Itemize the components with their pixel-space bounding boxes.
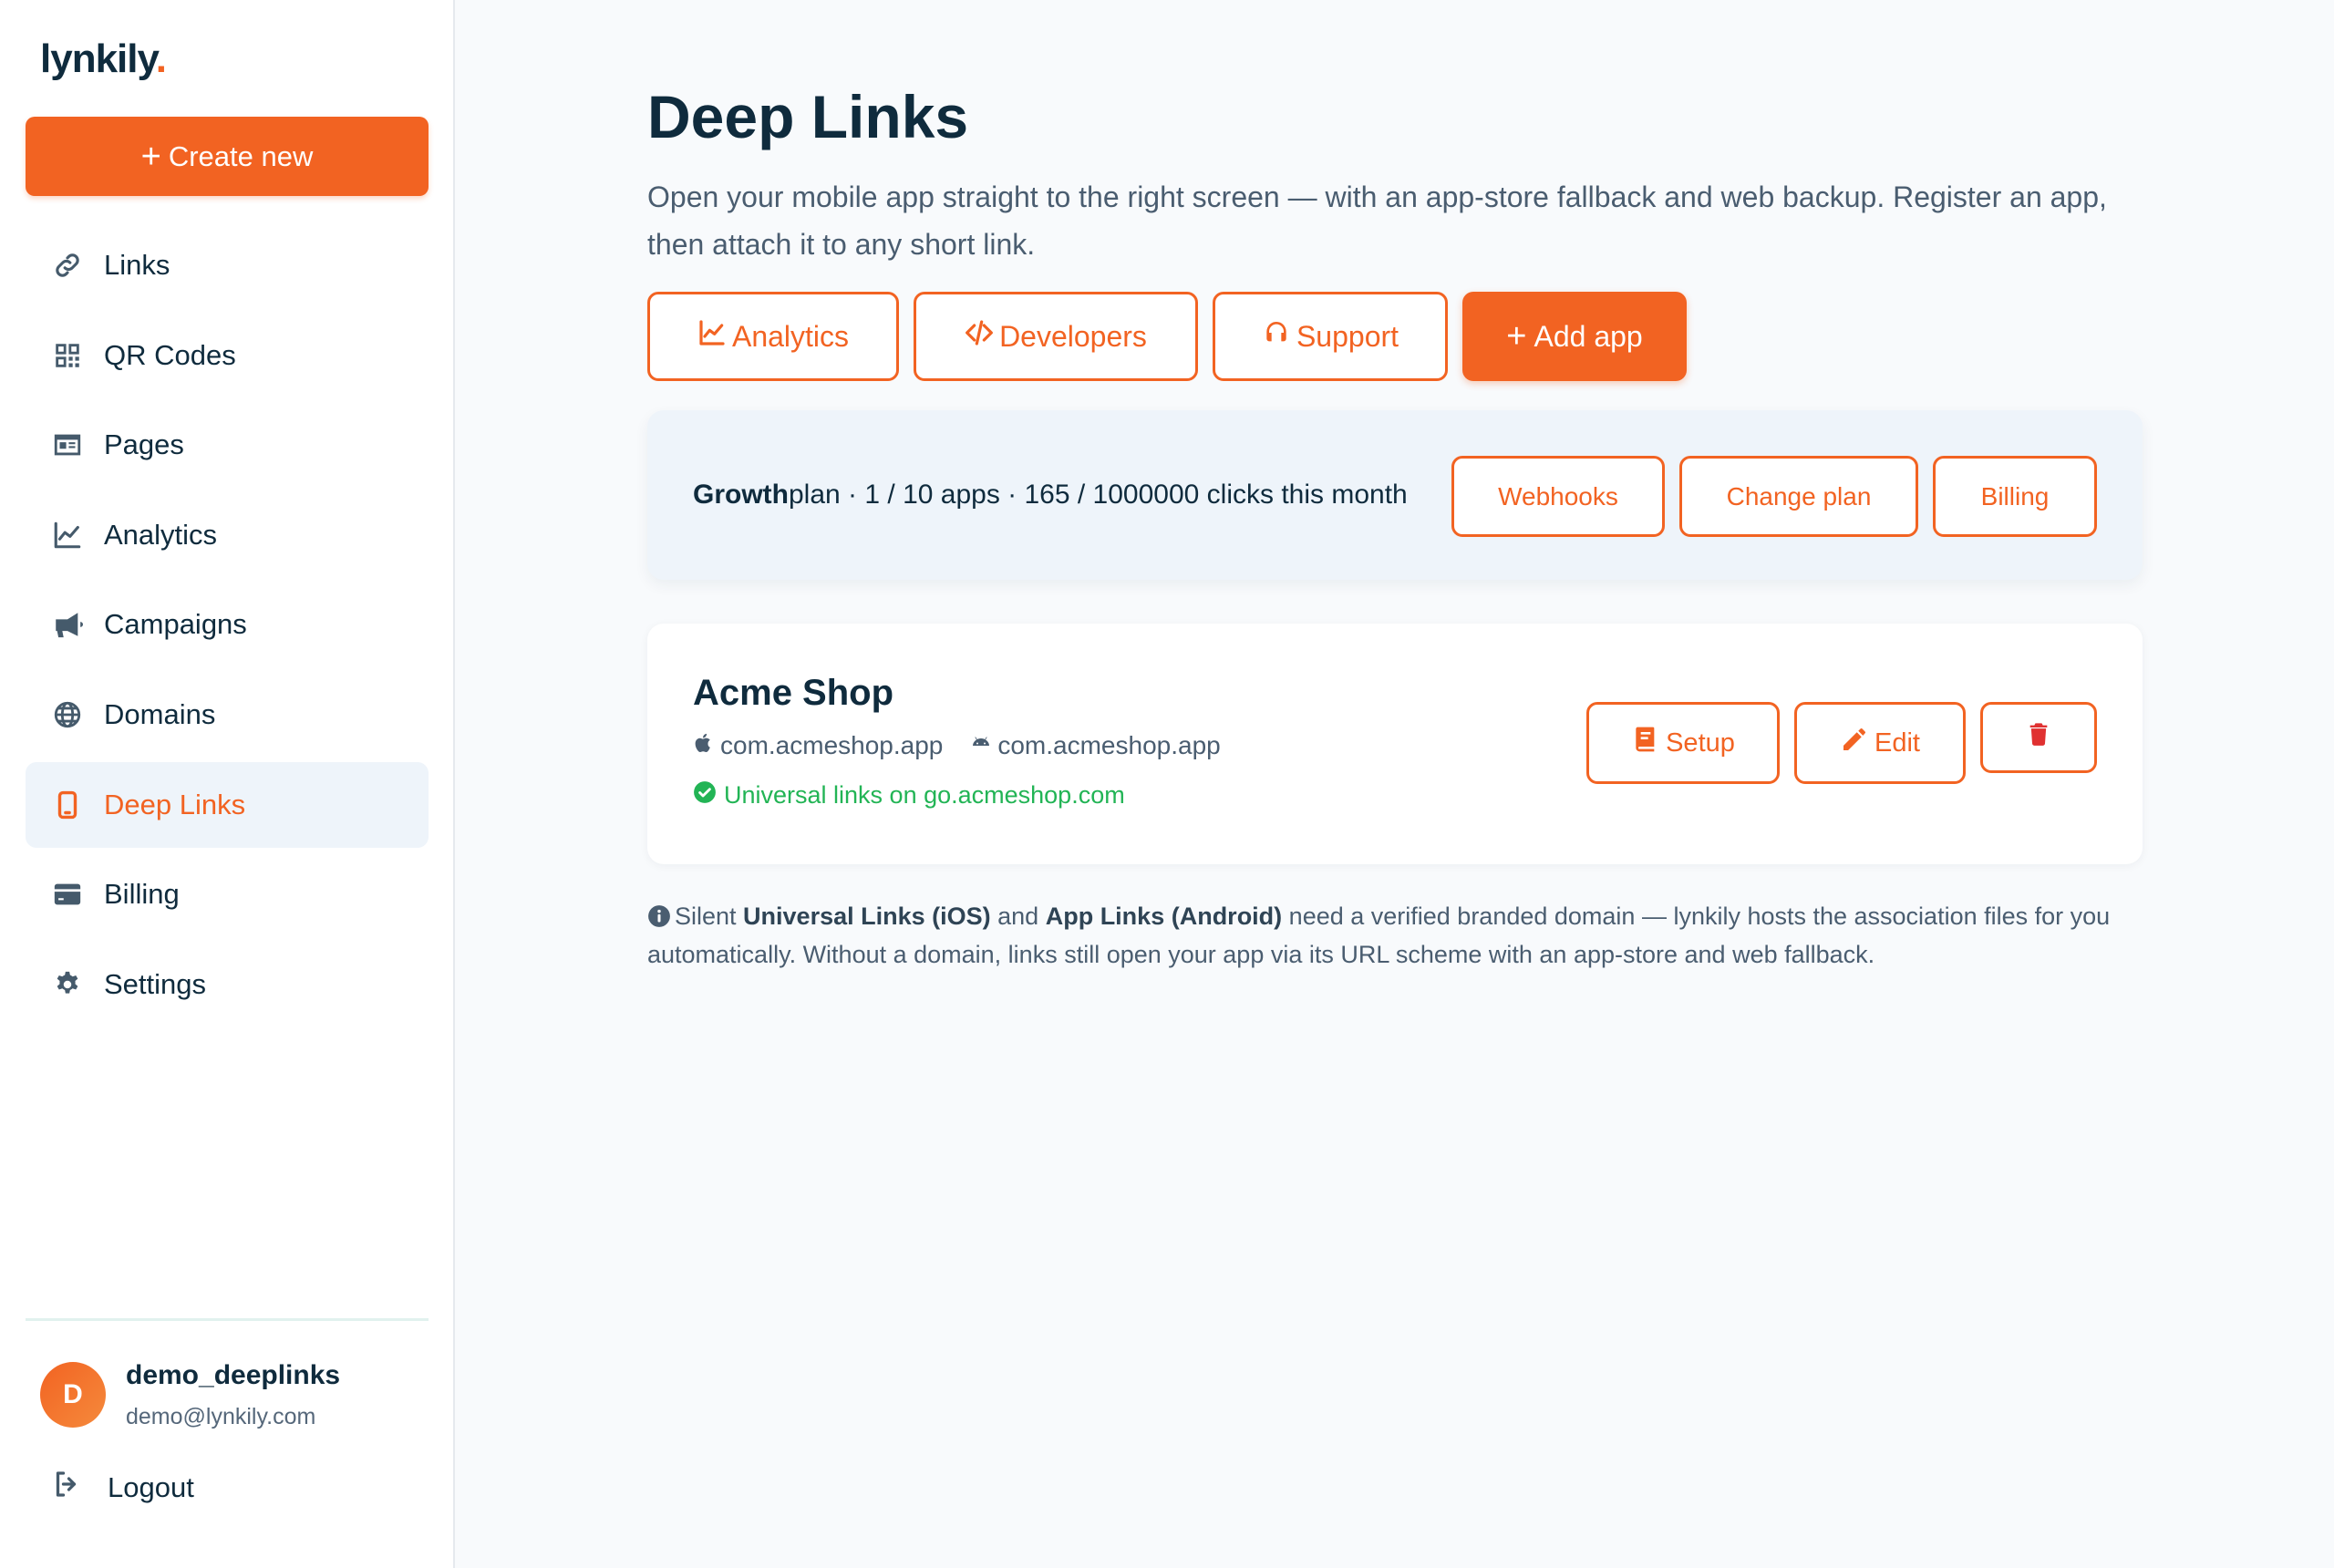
headset-icon — [1262, 318, 1291, 355]
note-text-1: Silent — [675, 903, 744, 930]
sidebar-item-label: Analytics — [104, 518, 218, 551]
plan-actions: Webhooks Change plan Billing — [1451, 456, 2097, 537]
universal-links-label: Universal links on go.acmeshop.com — [724, 781, 1125, 809]
brand-dot: . — [155, 36, 167, 81]
user-profile[interactable]: D demo_deeplinks demo@lynkily.com — [40, 1360, 340, 1430]
sidebar-item-label: Campaigns — [104, 608, 247, 641]
sidebar-item-label: Pages — [104, 428, 184, 461]
gear-icon — [51, 968, 84, 1001]
change-plan-button[interactable]: Change plan — [1679, 456, 1918, 537]
avatar: D — [40, 1362, 106, 1428]
billing-button[interactable]: Billing — [1933, 456, 2097, 537]
chart-line-icon — [697, 318, 727, 355]
code-icon — [965, 318, 994, 355]
app-card: Acme Shop com.acmeshop.app com.acmeshop.… — [647, 624, 2143, 864]
trash-icon — [2026, 721, 2051, 754]
user-email: demo@lynkily.com — [126, 1404, 316, 1429]
sidebar-item-qr-codes[interactable]: QR Codes — [26, 313, 429, 398]
ios-package-value: com.acmeshop.app — [720, 731, 944, 759]
android-package-value: com.acmeshop.app — [997, 731, 1221, 759]
create-new-button[interactable]: + Create new — [26, 117, 429, 196]
sidebar-item-label: Links — [104, 249, 170, 281]
sidebar-item-pages[interactable]: Pages — [26, 402, 429, 488]
sidebar-item-label: Deep Links — [104, 788, 246, 820]
book-icon — [1631, 725, 1660, 761]
developers-label: Developers — [999, 319, 1147, 353]
note-universal-links: Universal Links (iOS) — [743, 903, 991, 930]
add-app-button[interactable]: + Add app — [1462, 292, 1687, 381]
plan-summary: Growth plan · 1 / 10 apps · 165 / 100000… — [693, 410, 1408, 580]
pencil-icon — [1840, 725, 1869, 761]
support-button[interactable]: Support — [1213, 292, 1448, 381]
check-circle-icon — [693, 780, 717, 810]
plan-name: Growth — [693, 480, 789, 510]
app-name: Acme Shop — [693, 673, 894, 713]
link-icon — [51, 249, 84, 282]
brand-name: lynkily — [40, 36, 157, 81]
deep-links-note: Silent Universal Links (iOS) and App Lin… — [647, 897, 2143, 974]
sidebar-item-label: Billing — [104, 878, 180, 911]
chart-line-icon — [51, 519, 84, 552]
android-package: com.acmeshop.app — [970, 731, 1221, 760]
note-text-2: and — [990, 903, 1046, 930]
apple-icon — [693, 731, 715, 760]
globe-icon — [51, 698, 84, 731]
logout-button[interactable]: Logout — [51, 1468, 194, 1508]
webhooks-button[interactable]: Webhooks — [1451, 456, 1665, 537]
plan-card: Growth plan · 1 / 10 apps · 165 / 100000… — [647, 410, 2143, 580]
setup-button[interactable]: Setup — [1586, 702, 1780, 784]
sidebar-item-billing[interactable]: Billing — [26, 851, 429, 937]
universal-links-status: Universal links on go.acmeshop.com — [693, 780, 1125, 810]
mobile-icon — [51, 789, 84, 821]
sidebar-item-campaigns[interactable]: Campaigns — [26, 582, 429, 667]
sidebar-item-settings[interactable]: Settings — [26, 942, 429, 1027]
support-label: Support — [1296, 319, 1399, 353]
sidebar-item-links[interactable]: Links — [26, 222, 429, 308]
add-app-label: Add app — [1534, 319, 1643, 353]
delete-button[interactable] — [1980, 702, 2097, 773]
sidebar-item-domains[interactable]: Domains — [26, 672, 429, 758]
sidebar-item-label: Domains — [104, 697, 216, 730]
logout-icon — [51, 1468, 84, 1508]
sidebar-item-label: QR Codes — [104, 338, 236, 371]
plus-icon: + — [1506, 317, 1527, 356]
megaphone-icon — [51, 608, 84, 641]
android-icon — [970, 731, 992, 760]
setup-label: Setup — [1666, 727, 1735, 758]
qr-code-icon — [51, 339, 84, 372]
logout-label: Logout — [108, 1471, 194, 1503]
developers-button[interactable]: Developers — [914, 292, 1198, 381]
analytics-button[interactable]: Analytics — [647, 292, 899, 381]
sidebar-divider — [26, 1318, 429, 1321]
brand-logo[interactable]: lynkily. — [40, 36, 167, 82]
sidebar-nav: Links QR Codes Pages Analytics Campaigns — [26, 222, 429, 1031]
app-packages: com.acmeshop.app com.acmeshop.app — [693, 731, 1221, 760]
edit-label: Edit — [1874, 727, 1920, 758]
plus-icon: + — [140, 137, 161, 176]
credit-card-icon — [51, 878, 84, 911]
user-name: demo_deeplinks — [126, 1360, 341, 1390]
create-new-label: Create new — [168, 139, 314, 172]
sidebar-item-analytics[interactable]: Analytics — [26, 492, 429, 578]
id-card-icon — [51, 428, 84, 461]
app-actions: Setup Edit — [1586, 702, 2097, 784]
page-actions: Analytics Developers Support + Add app — [647, 292, 1687, 381]
sidebar-item-label: Settings — [104, 967, 207, 1000]
sidebar: lynkily. + Create new Links QR Codes Pag… — [0, 0, 455, 1568]
sidebar-item-deep-links[interactable]: Deep Links — [26, 761, 429, 848]
edit-button[interactable]: Edit — [1794, 702, 1966, 784]
ios-package: com.acmeshop.app — [693, 731, 943, 760]
page-title: Deep Links — [647, 83, 969, 150]
analytics-label: Analytics — [731, 319, 850, 353]
plan-usage: plan · 1 / 10 apps · 165 / 1000000 click… — [789, 480, 1408, 510]
page-subtitle: Open your mobile app straight to the rig… — [647, 181, 2107, 261]
info-icon — [647, 901, 671, 927]
note-app-links: App Links (Android) — [1045, 903, 1283, 930]
